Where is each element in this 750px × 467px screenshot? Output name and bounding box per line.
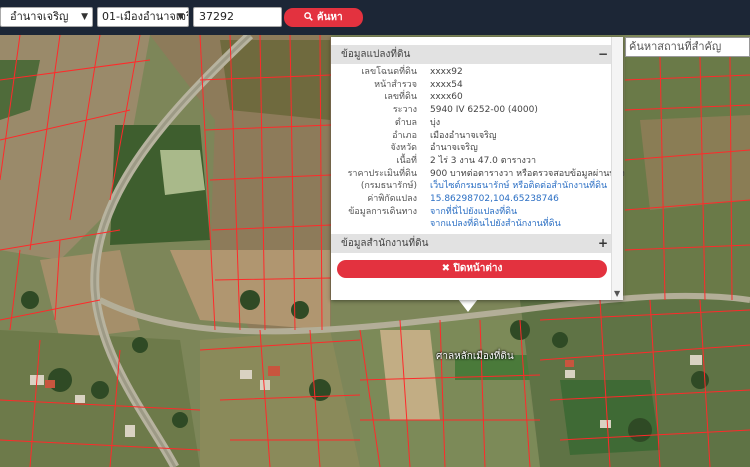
info-row: ค่าพิกัดแปลง 15.86298702,104.65238746 <box>331 193 611 205</box>
info-row-label: อำเภอ <box>392 130 417 141</box>
expand-icon[interactable]: + <box>598 234 608 253</box>
info-row-label: เลขที่ดิน <box>384 92 417 103</box>
close-popup-button[interactable]: ✖ ปิดหน้าต่าง <box>337 260 607 278</box>
info-row: ข้อมูลการเดินทาง จากที่นี่ไปยังแปลงที่ดิน <box>331 206 611 218</box>
info-row-link[interactable]: จากที่นี่ไปยังแปลงที่ดิน <box>430 206 517 218</box>
popup-scrollbar[interactable]: ▼ <box>611 37 623 300</box>
info-row-label: ค่าพิกัดแปลง <box>367 194 417 204</box>
info-row-label: ตำบล <box>394 117 417 128</box>
info-row-label: (กรมธนารักษ์) <box>360 181 417 192</box>
info-row-label: ราคาประเมินที่ดิน <box>347 168 417 179</box>
land-info-section-header[interactable]: ข้อมูลแปลงที่ดิน − <box>331 45 611 64</box>
info-row-link[interactable]: จากแปลงที่ดินไปยังสำนักงานที่ดิน <box>430 218 561 230</box>
info-row: จังหวัด อำนาจเจริญ <box>331 142 611 154</box>
popup-pointer <box>458 299 478 312</box>
chevron-down-icon: ▼ <box>81 12 88 22</box>
info-row-label: จังหวัด <box>390 143 418 154</box>
info-row: ราคาประเมินที่ดิน 900 บาทต่อตารางวา หรือต… <box>331 168 625 180</box>
land-office-section-title: ข้อมูลสำนักงานที่ดิน <box>341 238 429 249</box>
info-row-value: xxxx60 <box>430 92 463 103</box>
info-row-value: 2 ไร่ 3 งาน 47.0 ตารางวา <box>430 155 537 166</box>
info-row-link[interactable]: เว็บไซต์กรมธนารักษ์ หรือติดต่อสำนักงานที… <box>430 180 607 192</box>
info-row-value: xxxx92 <box>430 67 463 77</box>
info-row-value: บุ่ง <box>430 117 441 128</box>
district-select-value: 01-เมืองอำนาจเจริญ <box>102 10 188 23</box>
info-row: เลขที่ดิน xxxx60 <box>331 91 611 103</box>
land-office-section-header[interactable]: ข้อมูลสำนักงานที่ดิน + <box>331 234 611 253</box>
info-row: เลขโฉนดที่ดิน xxxx92 <box>331 66 611 78</box>
scroll-down-icon[interactable]: ▼ <box>614 289 620 298</box>
chevron-down-icon: ▼ <box>177 12 184 22</box>
info-row-value: xxxx54 <box>430 79 463 90</box>
info-row: เนื้อที่ 2 ไร่ 3 งาน 47.0 ตารางวา <box>331 155 611 167</box>
close-icon: ✖ <box>441 263 450 274</box>
close-popup-label: ปิดหน้าต่าง <box>453 263 503 274</box>
search-button-label: ค้นหา <box>316 12 343 23</box>
info-row-link[interactable]: 15.86298702,104.65238746 <box>430 193 559 205</box>
info-row-value: เมืองอำนาจเจริญ <box>430 130 497 141</box>
info-row-label: เลขโฉนดที่ดิน <box>361 67 417 77</box>
info-row: หน้าสำรวจ xxxx54 <box>331 79 611 91</box>
info-row-label: เนื้อที่ <box>396 155 417 166</box>
district-select[interactable]: 01-เมืองอำนาจเจริญ ▼ <box>97 7 189 27</box>
info-row-label: หน้าสำรวจ <box>374 79 417 90</box>
info-row-label: ระวาง <box>392 105 417 116</box>
province-select-value: อำนาจเจริญ <box>10 10 69 23</box>
map-place-label: ศาลหลักเมืองที่ดิน <box>436 351 514 362</box>
info-row: (กรมธนารักษ์) เว็บไซต์กรมธนารักษ์ หรือติด… <box>331 180 611 192</box>
parcel-number-input[interactable]: 37292 <box>193 7 282 27</box>
info-row-label: ข้อมูลการเดินทาง <box>348 206 417 217</box>
info-row-value: 900 บาทต่อตารางวา หรือตรวจสอบข้อมูลผ่านท… <box>430 168 625 179</box>
land-info-section-title: ข้อมูลแปลงที่ดิน <box>341 49 411 60</box>
info-row: ระวาง 5940 IV 6252-00 (4000) <box>331 104 611 116</box>
parcel-info-popup: ข้อมูลแปลงที่ดิน − เลขโฉนดที่ดิน xxxx92 หน… <box>331 37 625 300</box>
landmark-search-input[interactable]: ค้นหาสถานที่สำคัญ <box>625 37 750 57</box>
info-row-value: อำนาจเจริญ <box>430 143 478 154</box>
collapse-icon[interactable]: − <box>598 45 608 64</box>
info-row-value: 5940 IV 6252-00 (4000) <box>430 105 538 116</box>
search-button[interactable]: ค้นหา <box>284 8 363 27</box>
top-toolbar: อำนาจเจริญ ▼ 01-เมืองอำนาจเจริญ ▼ 37292 … <box>0 0 750 35</box>
info-row: อำเภอ เมืองอำนาจเจริญ <box>331 130 611 142</box>
info-row: ตำบล บุ่ง <box>331 117 611 129</box>
info-row: จากแปลงที่ดินไปยังสำนักงานที่ดิน <box>331 218 611 230</box>
province-select[interactable]: อำนาจเจริญ ▼ <box>0 7 93 27</box>
search-icon <box>304 12 314 21</box>
